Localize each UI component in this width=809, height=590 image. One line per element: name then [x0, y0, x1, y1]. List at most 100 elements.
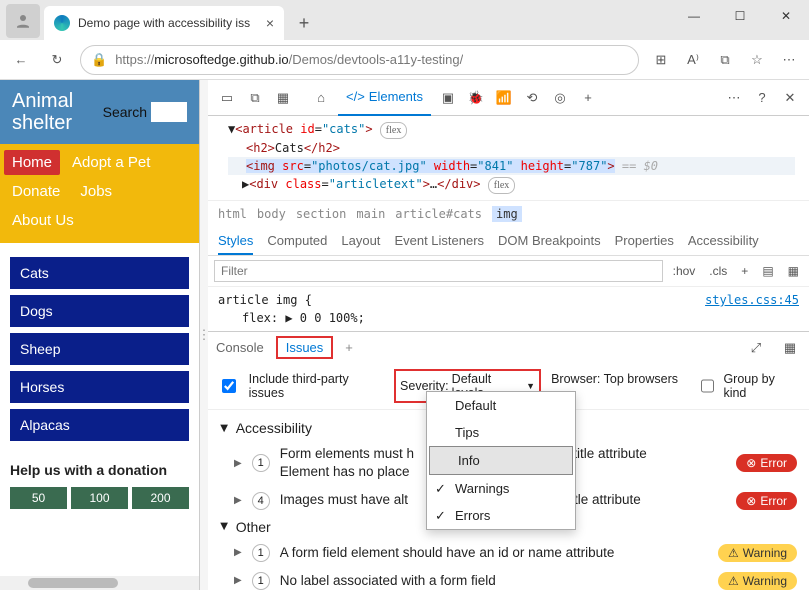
- nav-jobs[interactable]: Jobs: [72, 179, 120, 204]
- nav-donate[interactable]: Donate: [4, 179, 68, 204]
- severity-option-info[interactable]: Info: [429, 446, 573, 475]
- cls-toggle[interactable]: .cls: [705, 262, 731, 280]
- more-tabs-icon[interactable]: +: [577, 87, 599, 109]
- chevron-down-icon: ▶: [218, 523, 229, 531]
- drawer-tabbar: Console Issues + ⤢ ▦: [208, 331, 809, 363]
- issue-row[interactable]: ▶ 1 A form field element should have an …: [218, 539, 799, 567]
- severity-option-tips[interactable]: Tips: [427, 419, 575, 446]
- list-item[interactable]: Cats: [10, 257, 189, 289]
- new-tab-button[interactable]: +: [290, 9, 318, 37]
- close-window-button[interactable]: ✕: [763, 0, 809, 32]
- profile-avatar[interactable]: [6, 4, 40, 38]
- site-nav: Home Adopt a Pet Donate Jobs About Us: [0, 144, 199, 243]
- window-titlebar: Demo page with accessibility iss × + — ☐…: [0, 0, 809, 40]
- tab-elements[interactable]: </>Elements: [338, 80, 431, 116]
- issue-text: A form field element should have an id o…: [280, 544, 708, 562]
- lock-icon: 🔒: [91, 52, 107, 68]
- include-third-party-label: Include third-party issues: [249, 372, 384, 400]
- category-list: Cats Dogs Sheep Horses Alpacas: [0, 243, 199, 461]
- group-by-kind-checkbox[interactable]: [701, 379, 715, 393]
- favorite-icon[interactable]: ☆: [745, 48, 769, 72]
- new-style-icon[interactable]: +: [737, 262, 752, 280]
- inspect-icon[interactable]: ▭: [216, 87, 238, 109]
- refresh-button[interactable]: ↻: [44, 47, 70, 73]
- issue-count: 4: [252, 492, 270, 510]
- performance-icon[interactable]: ⟲: [521, 87, 543, 109]
- severity-menu: Default Tips Info ✓Warnings ✓Errors: [426, 391, 576, 530]
- hov-toggle[interactable]: :hov: [669, 262, 700, 280]
- tab-title: Demo page with accessibility iss: [78, 16, 258, 30]
- issue-row[interactable]: ▶ 1 No label associated with a form fiel…: [218, 567, 799, 590]
- page-viewport: Animalshelter Search Home Adopt a Pet Do…: [0, 80, 200, 590]
- menu-icon[interactable]: ⋯: [777, 48, 801, 72]
- tab-close-icon[interactable]: ×: [266, 15, 274, 31]
- console-tab-icon[interactable]: ▣: [437, 87, 459, 109]
- network-icon[interactable]: 📶: [493, 87, 515, 109]
- styles-icon[interactable]: ▤: [758, 262, 777, 280]
- nav-adopt[interactable]: Adopt a Pet: [64, 150, 158, 175]
- drawer-icon-2[interactable]: ▦: [779, 337, 801, 359]
- issue-count: 1: [252, 544, 270, 562]
- tab-console[interactable]: Console: [216, 340, 264, 355]
- list-item[interactable]: Dogs: [10, 295, 189, 327]
- issue-text: No label associated with a form field: [280, 572, 708, 590]
- devtools-pane: ▭ ⧉ ▦ ⌂ </>Elements ▣ 🐞 📶 ⟲ ◎ + ⋯ ? ✕ ▼<…: [208, 80, 809, 590]
- styles-pane[interactable]: styles.css:45 article img { flex: ▶ 0 0 …: [208, 287, 809, 331]
- issue-count: 1: [252, 572, 270, 590]
- memory-icon[interactable]: ◎: [549, 87, 571, 109]
- tab-layout[interactable]: Layout: [341, 233, 380, 255]
- tab-computed[interactable]: Computed: [267, 233, 327, 255]
- nav-home[interactable]: Home: [4, 150, 60, 175]
- welcome-icon[interactable]: ▦: [272, 87, 294, 109]
- tab-styles[interactable]: Styles: [218, 233, 253, 255]
- severity-option-default[interactable]: Default: [427, 392, 575, 419]
- url-field[interactable]: 🔒 https://microsoftedge.github.io/Demos/…: [80, 45, 639, 75]
- severity-option-warnings[interactable]: ✓Warnings: [427, 475, 575, 502]
- list-item[interactable]: Sheep: [10, 333, 189, 365]
- sources-icon[interactable]: 🐞: [465, 87, 487, 109]
- site-title: Animalshelter: [12, 90, 73, 134]
- tab-event-listeners[interactable]: Event Listeners: [394, 233, 484, 255]
- app-icon[interactable]: ⊞: [649, 48, 673, 72]
- pane-resize-handle[interactable]: ⋮: [200, 80, 208, 590]
- dom-tree[interactable]: ▼<article id="cats"> flex <h2>Cats</h2> …: [208, 116, 809, 200]
- help-icon[interactable]: ?: [751, 87, 773, 109]
- dom-breadcrumbs[interactable]: htmlbodysectionmainarticle#catsimg: [208, 200, 809, 227]
- search-input[interactable]: [151, 102, 187, 122]
- close-devtools-icon[interactable]: ✕: [779, 87, 801, 109]
- search-label: Search: [103, 104, 147, 120]
- styles-icon-2[interactable]: ▦: [784, 262, 803, 280]
- device-icon[interactable]: ⧉: [244, 87, 266, 109]
- styles-filter-input[interactable]: [214, 260, 663, 282]
- source-link[interactable]: styles.css:45: [705, 291, 799, 309]
- minimize-button[interactable]: —: [671, 0, 717, 32]
- nav-about[interactable]: About Us: [4, 208, 82, 233]
- tab-issues[interactable]: Issues: [276, 336, 334, 359]
- include-third-party-checkbox[interactable]: [222, 379, 236, 393]
- warning-badge: ⚠ Warning: [718, 572, 797, 590]
- url-text: https://microsoftedge.github.io/Demos/de…: [115, 52, 463, 67]
- severity-option-errors[interactable]: ✓Errors: [427, 502, 575, 529]
- more-icon[interactable]: ⋯: [723, 87, 745, 109]
- horizontal-scrollbar[interactable]: [0, 576, 199, 590]
- tab-accessibility[interactable]: Accessibility: [688, 233, 759, 255]
- list-item[interactable]: Horses: [10, 371, 189, 403]
- warning-badge: ⚠ Warning: [718, 544, 797, 562]
- donate-200[interactable]: 200: [132, 487, 189, 509]
- home-icon[interactable]: ⌂: [310, 87, 332, 109]
- list-item[interactable]: Alpacas: [10, 409, 189, 441]
- chevron-right-icon: ▶: [234, 547, 242, 558]
- add-drawer-tab-icon[interactable]: +: [345, 340, 353, 355]
- read-aloud-icon[interactable]: A⁾: [681, 48, 705, 72]
- donate-50[interactable]: 50: [10, 487, 67, 509]
- tab-properties[interactable]: Properties: [615, 233, 674, 255]
- browser-tab[interactable]: Demo page with accessibility iss ×: [44, 6, 284, 40]
- back-button[interactable]: ←: [8, 47, 34, 73]
- maximize-button[interactable]: ☐: [717, 0, 763, 32]
- donate-100[interactable]: 100: [71, 487, 128, 509]
- chevron-right-icon: ▶: [234, 575, 242, 586]
- tab-dom-breakpoints[interactable]: DOM Breakpoints: [498, 233, 601, 255]
- group-by-kind-label: Group by kind: [723, 372, 799, 400]
- collections-icon[interactable]: ⧉: [713, 48, 737, 72]
- drawer-icon-1[interactable]: ⤢: [745, 337, 767, 359]
